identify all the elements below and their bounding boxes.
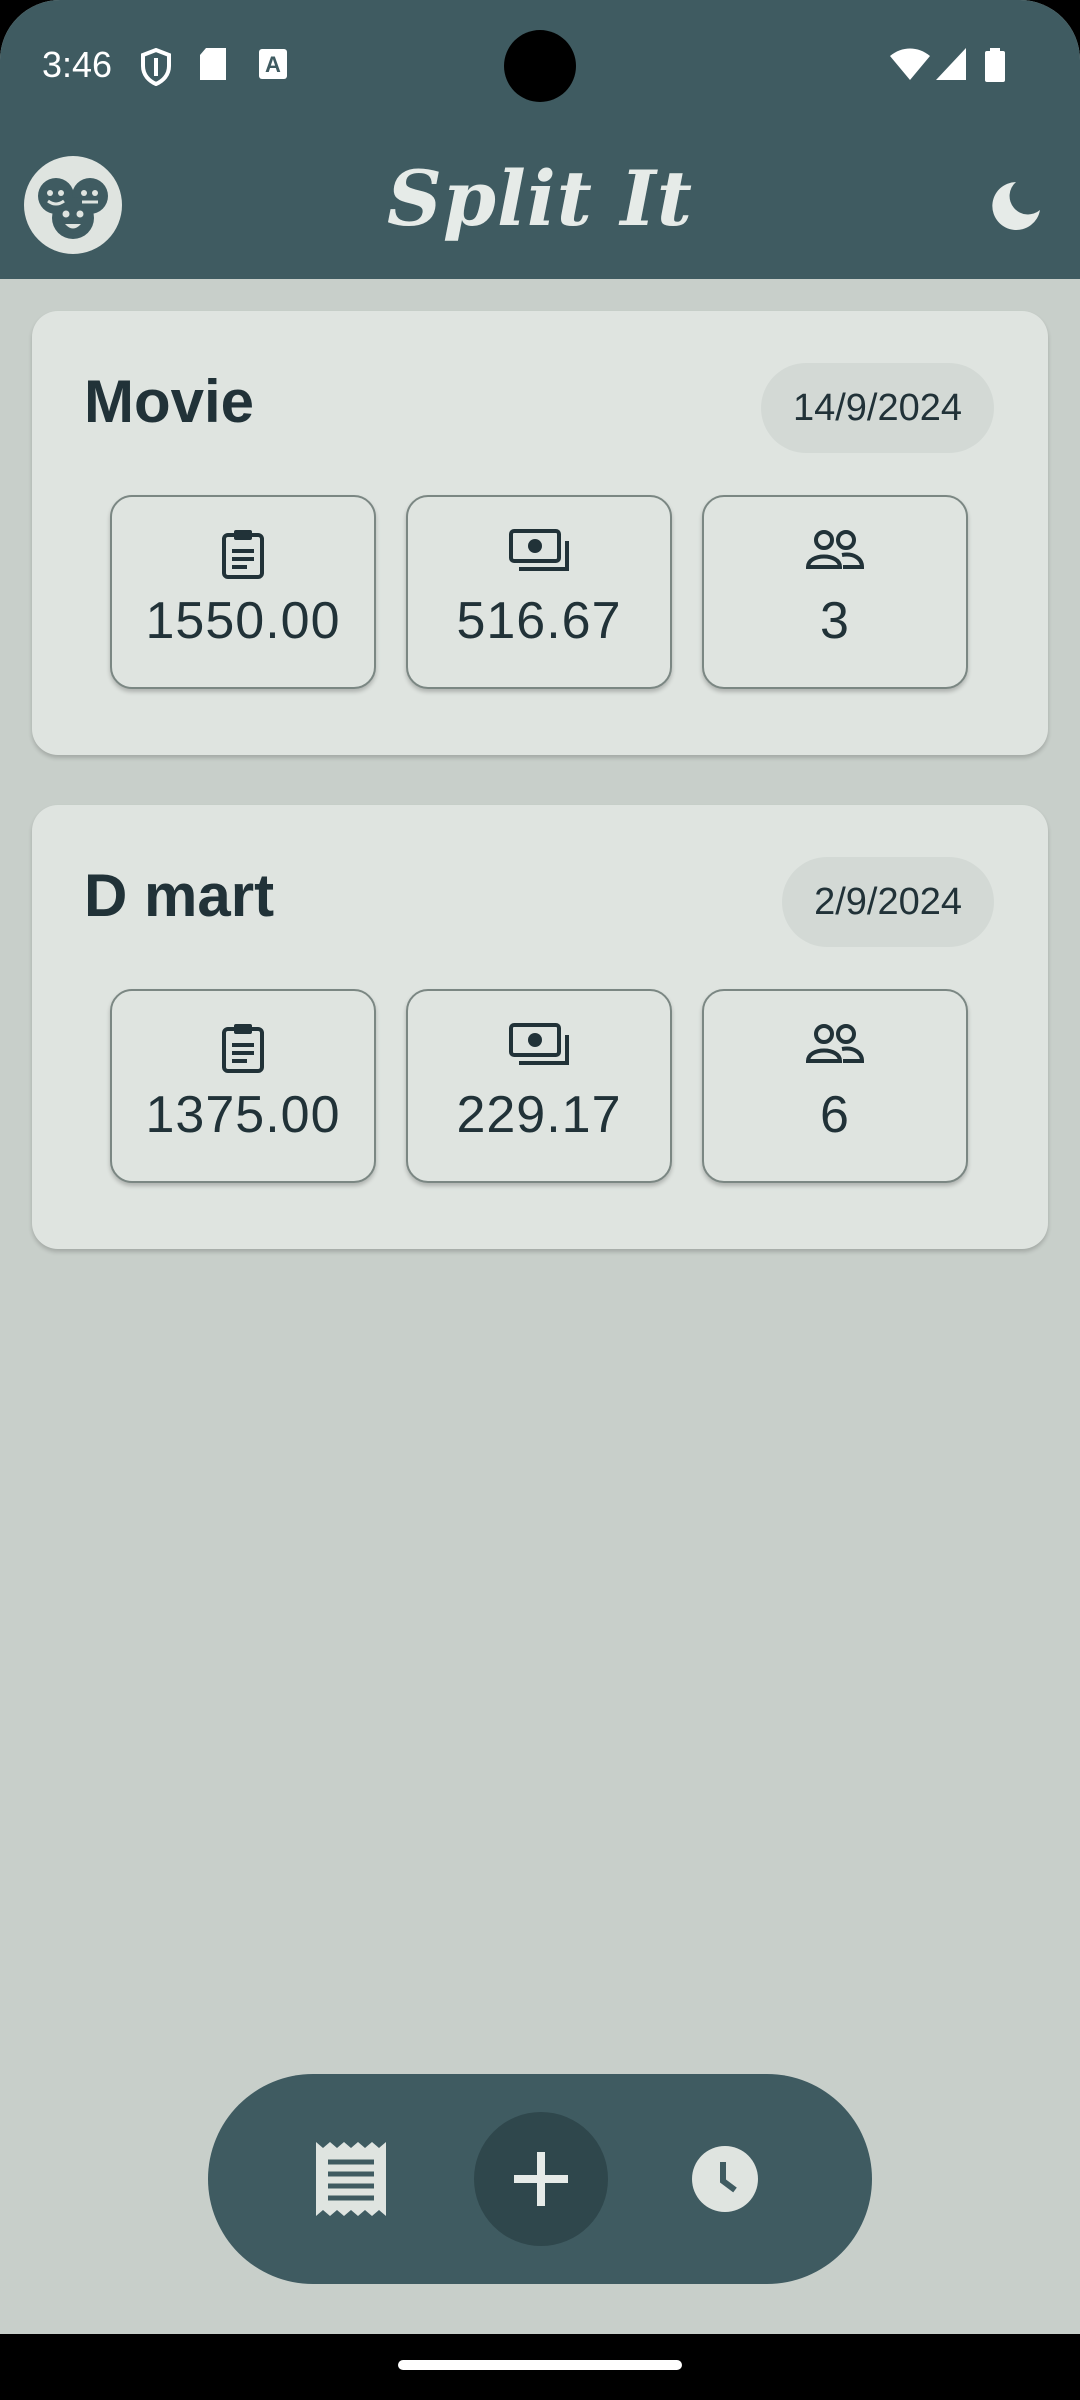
screen: 3:46 A Split It Movie 14/9/2024 1550.00 … bbox=[0, 0, 1080, 2334]
add-expense-button[interactable] bbox=[474, 2112, 608, 2246]
app-bar: Split It bbox=[0, 134, 1080, 279]
total-amount: 1550.00 bbox=[145, 592, 341, 650]
money-icon bbox=[509, 1023, 569, 1065]
sd-card-icon bbox=[200, 48, 226, 80]
people-box: 3 bbox=[702, 495, 968, 689]
bottom-nav bbox=[208, 2074, 872, 2284]
app-title: Split It bbox=[387, 154, 693, 243]
expense-card[interactable]: D mart 2/9/2024 1375.00 229.17 6 bbox=[32, 805, 1048, 1249]
status-bar: 3:46 A bbox=[0, 0, 1080, 134]
status-time: 3:46 bbox=[42, 44, 113, 85]
group-icon bbox=[805, 530, 865, 569]
group-icon bbox=[805, 1024, 865, 1063]
total-amount: 1375.00 bbox=[145, 1086, 341, 1144]
clock-icon[interactable] bbox=[692, 2146, 758, 2212]
people-count: 3 bbox=[820, 592, 850, 650]
people-count: 6 bbox=[820, 1086, 850, 1144]
date-chip: 2/9/2024 bbox=[782, 857, 994, 947]
plus-icon bbox=[514, 2152, 568, 2206]
clipboard-icon bbox=[222, 1024, 264, 1073]
money-icon bbox=[509, 529, 569, 571]
per-person-amount: 229.17 bbox=[456, 1086, 622, 1144]
people-box: 6 bbox=[702, 989, 968, 1183]
svg-text:A: A bbox=[265, 52, 281, 77]
per-person-box: 516.67 bbox=[406, 495, 672, 689]
battery-icon bbox=[985, 48, 1005, 82]
expense-card[interactable]: Movie 14/9/2024 1550.00 516.67 3 bbox=[32, 311, 1048, 755]
moon-icon[interactable] bbox=[986, 176, 1046, 236]
signal-icon bbox=[936, 48, 966, 80]
wifi-icon bbox=[890, 48, 930, 80]
date-chip: 14/9/2024 bbox=[760, 363, 994, 453]
card-title: D mart bbox=[84, 862, 275, 929]
per-person-box: 229.17 bbox=[406, 989, 672, 1183]
per-person-amount: 516.67 bbox=[456, 592, 622, 650]
total-amount-box: 1550.00 bbox=[110, 495, 376, 689]
total-amount-box: 1375.00 bbox=[110, 989, 376, 1183]
home-indicator[interactable] bbox=[398, 2360, 682, 2370]
shield-icon bbox=[141, 48, 171, 86]
clipboard-icon bbox=[222, 530, 264, 579]
receipt-icon[interactable] bbox=[316, 2142, 386, 2216]
text-a-icon: A bbox=[259, 49, 287, 79]
card-title: Movie bbox=[84, 368, 255, 435]
camera-cutout bbox=[504, 30, 576, 102]
